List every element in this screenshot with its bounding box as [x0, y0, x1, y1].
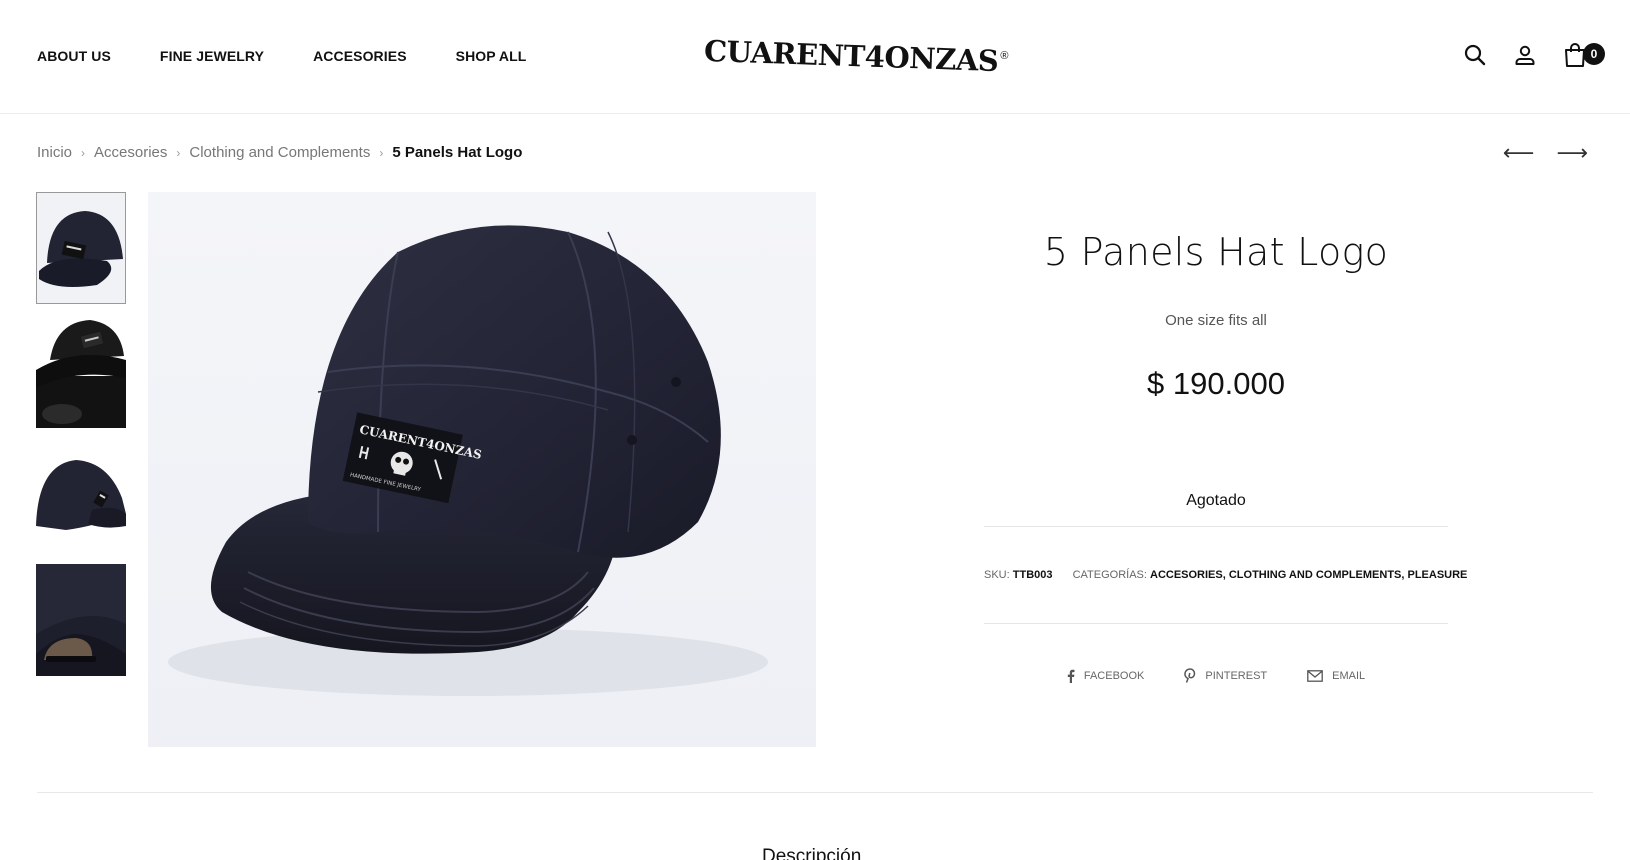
share-pinterest[interactable]: PINTEREST [1184, 668, 1267, 683]
arrow-left-icon[interactable]: ⟵ [1503, 142, 1535, 164]
site-header: ABOUT US FINE JEWELRY ACCESORIES SHOP AL… [0, 0, 1630, 114]
chevron-right-icon: › [379, 145, 384, 160]
share-email[interactable]: EMAIL [1307, 668, 1365, 683]
site-logo[interactable]: CUARENT4ONZAS ® [703, 34, 1008, 78]
main-nav: ABOUT US FINE JEWELRY ACCESORIES SHOP AL… [37, 48, 575, 64]
cart-count-badge: 0 [1583, 43, 1605, 65]
main-product-image[interactable]: CUARENT4ONZAS HANDMADE FINE JEWELRY [148, 192, 816, 747]
breadcrumb-accesories[interactable]: Accesories [94, 144, 167, 161]
share-facebook-label: FACEBOOK [1083, 669, 1145, 682]
product-price: $ 190.000 [1147, 366, 1285, 401]
nav-shop-all[interactable]: SHOP ALL [456, 48, 527, 64]
breadcrumb-current: 5 Panels Hat Logo [392, 144, 523, 161]
nav-about-us[interactable]: ABOUT US [37, 48, 111, 64]
breadcrumb-clothing[interactable]: Clothing and Complements [189, 144, 370, 161]
product-thumbnails [36, 192, 128, 688]
product-title: 5 Panels Hat Logo [1043, 230, 1389, 274]
user-icon[interactable] [1512, 42, 1538, 68]
breadcrumb: Inicio › Accesories › Clothing and Compl… [37, 144, 522, 161]
product-navigation: ⟵ ⟶ [1481, 142, 1588, 164]
thumbnail-3[interactable] [36, 440, 126, 552]
search-icon[interactable] [1462, 42, 1488, 68]
product-size-note: One size fits all [1165, 312, 1267, 329]
sku-label: SKU: [984, 569, 1010, 581]
sku-value: TTB003 [1012, 569, 1053, 581]
categories-links[interactable]: ACCESORIES, CLOTHING AND COMPLEMENTS, PL… [1150, 569, 1467, 581]
thumbnail-1[interactable] [36, 192, 126, 304]
share-email-label: EMAIL [1332, 669, 1366, 682]
chevron-right-icon: › [81, 145, 86, 160]
section-divider [37, 792, 1593, 793]
logo-registered-mark: ® [1000, 50, 1009, 62]
header-actions: 0 [1438, 42, 1605, 68]
product-meta: SKU: TTB003 CATEGORÍAS: ACCESORIES, CLOT… [984, 569, 1467, 581]
chevron-right-icon: › [176, 145, 181, 160]
share-pinterest-label: PINTEREST [1205, 669, 1268, 682]
pinterest-icon [1184, 668, 1196, 683]
divider [984, 623, 1448, 624]
nav-fine-jewelry[interactable]: FINE JEWELRY [160, 48, 264, 64]
categories-label: CATEGORÍAS: [1072, 569, 1147, 581]
tab-description[interactable]: Descripción [762, 846, 861, 860]
stock-status: Agotado [1186, 492, 1246, 509]
logo-text: CUARENT4ONZAS [703, 33, 999, 79]
product-summary: 5 Panels Hat Logo One size fits all $ 19… [984, 230, 1467, 683]
share-facebook[interactable]: FACEBOOK [1067, 668, 1145, 683]
share-links: FACEBOOK PINTEREST EMAIL [984, 668, 1448, 683]
divider [984, 526, 1448, 527]
breadcrumb-home[interactable]: Inicio [37, 144, 72, 161]
nav-accesories[interactable]: ACCESORIES [313, 48, 407, 64]
arrow-right-icon[interactable]: ⟶ [1556, 142, 1588, 164]
email-icon [1307, 669, 1323, 682]
thumbnail-2[interactable] [36, 316, 126, 428]
facebook-icon [1067, 669, 1075, 683]
thumbnail-4[interactable] [36, 564, 126, 676]
cart-button[interactable]: 0 [1562, 42, 1605, 68]
